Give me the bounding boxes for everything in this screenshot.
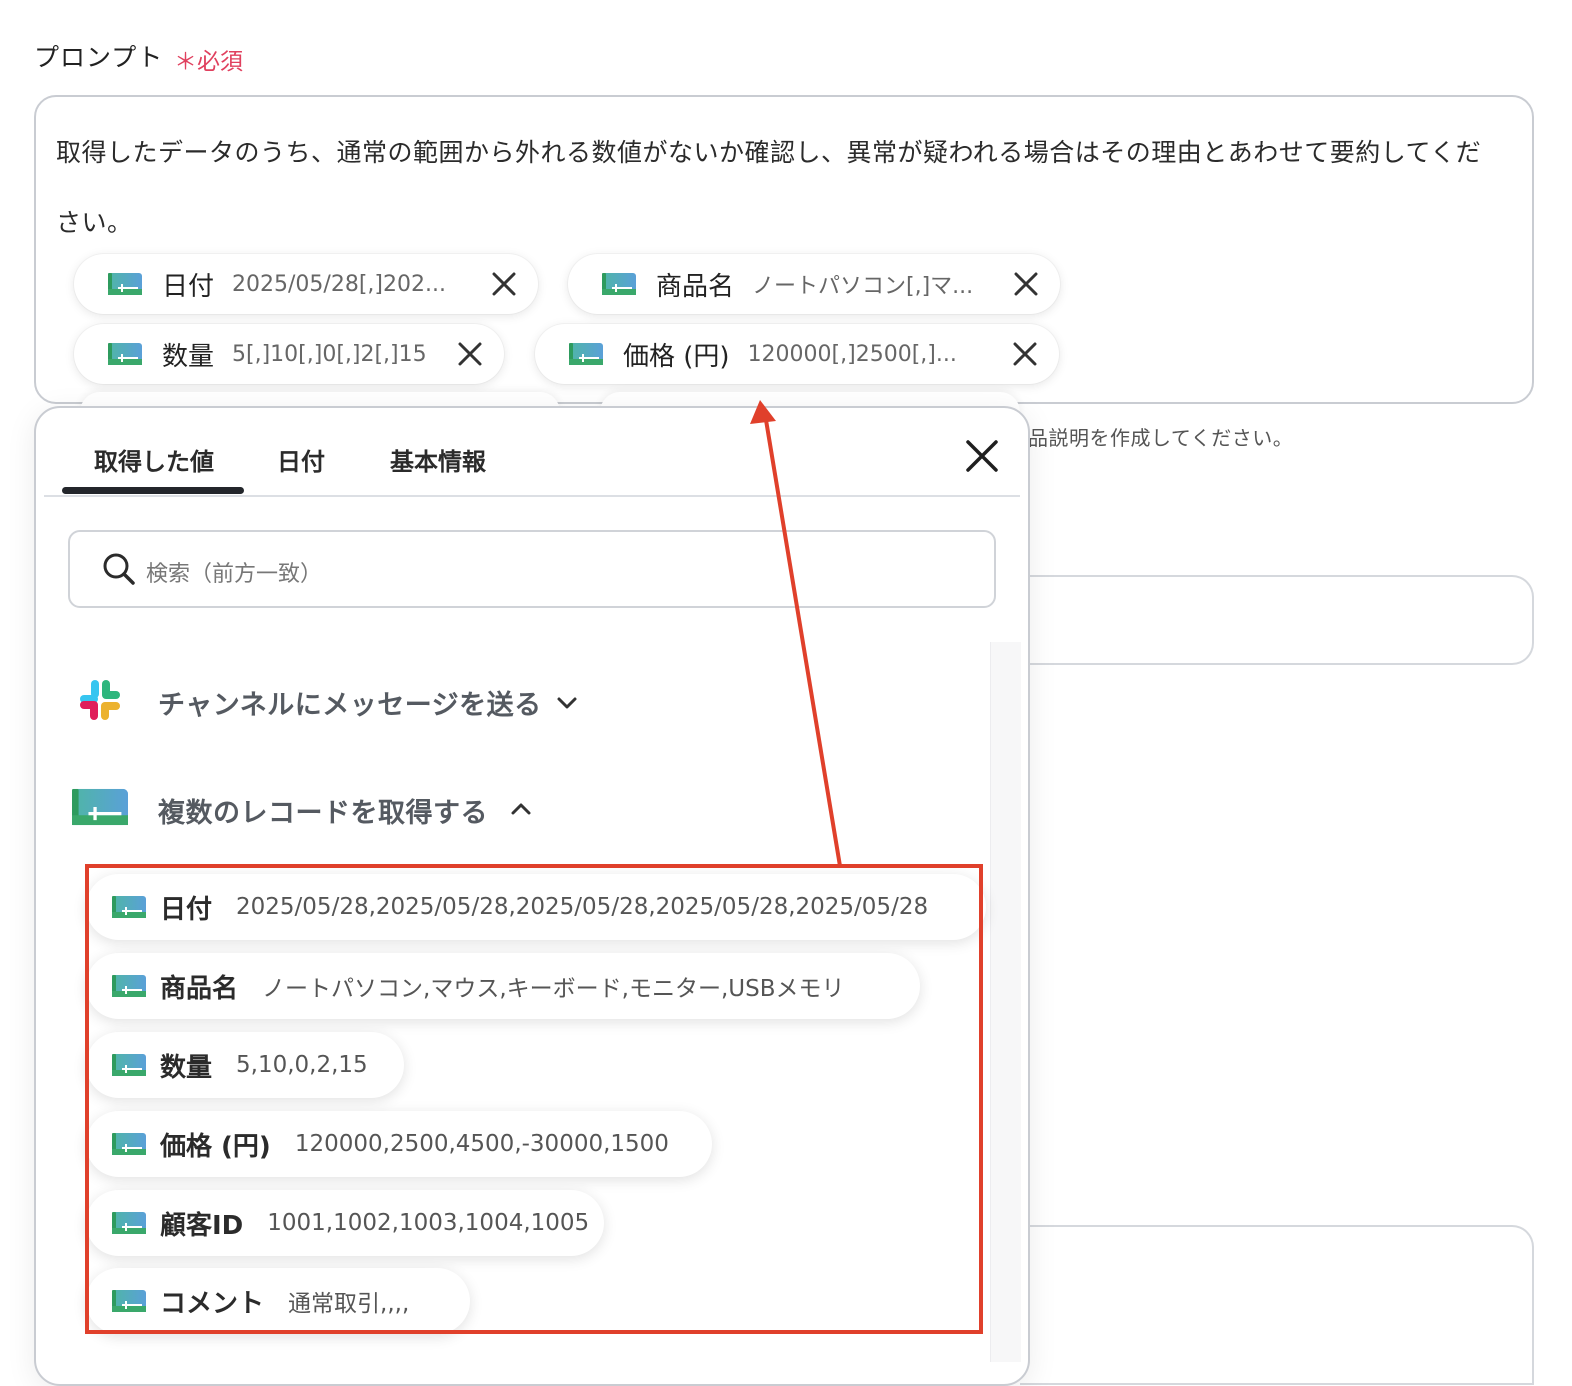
active-tab-indicator — [62, 487, 244, 494]
tab-acquired-values[interactable]: 取得した値 — [94, 442, 214, 477]
pill-name: 商品名 — [656, 271, 735, 302]
chevron-up-icon[interactable] — [508, 796, 534, 822]
close-icon[interactable] — [964, 438, 1000, 474]
remove-icon[interactable] — [488, 268, 520, 300]
prompt-text: 取得したデータのうち、通常の範囲から外れる数値がないか確認し、異常が疑われる場合… — [56, 138, 1482, 237]
tab-basic-info[interactable]: 基本情報 — [390, 442, 486, 477]
scrollbar[interactable] — [990, 642, 1021, 1362]
search-icon — [103, 553, 135, 585]
prompt-variable-pill[interactable]: 数量 5[,]10[,]0[,]2[,]15 — [74, 324, 504, 384]
pill-value: 2025/05/28[,]202... — [232, 271, 446, 297]
remove-icon[interactable] — [1010, 268, 1042, 300]
input-field-partial[interactable] — [1020, 575, 1534, 665]
prompt-variable-pill[interactable]: 商品名 ノートパソコン[,]マ... — [568, 254, 1060, 314]
prompt-variable-pill[interactable]: 価格 (円) 120000[,]2500[,]... — [535, 324, 1059, 384]
section-title-records[interactable]: 複数のレコードを取得する — [158, 791, 488, 830]
highlight-box — [85, 864, 983, 1334]
remove-icon[interactable] — [1009, 338, 1041, 370]
section-title-slack[interactable]: チャンネルにメッセージを送る — [158, 683, 542, 722]
sheet-icon — [108, 343, 142, 365]
helper-text: 品説明を作成してください。 — [1028, 426, 1294, 450]
pill-name: 価格 (円) — [623, 341, 730, 372]
required-badge: ＊必須 — [174, 49, 243, 75]
tab-date[interactable]: 日付 — [277, 442, 325, 477]
pill-value: 5[,]10[,]0[,]2[,]15 — [232, 341, 427, 367]
search-placeholder: 検索（前方一致） — [146, 562, 323, 587]
chevron-down-icon[interactable] — [554, 690, 580, 716]
pill-name: 日付 — [162, 271, 215, 302]
pill-name: 数量 — [162, 341, 215, 372]
pill-value: 120000[,]2500[,]... — [747, 341, 957, 367]
sheet-icon — [72, 788, 128, 826]
pill-value: ノートパソコン[,]マ... — [752, 274, 974, 299]
sheet-icon — [602, 273, 636, 295]
sheet-icon — [108, 273, 142, 295]
input-field-partial[interactable] — [1020, 1225, 1534, 1385]
remove-icon[interactable] — [454, 338, 486, 370]
sheet-icon — [569, 343, 603, 365]
field-label: プロンプト — [34, 43, 164, 72]
tab-divider — [44, 495, 1020, 497]
slack-icon — [80, 680, 120, 720]
prompt-variable-pill[interactable]: 日付 2025/05/28[,]202... — [74, 254, 538, 314]
